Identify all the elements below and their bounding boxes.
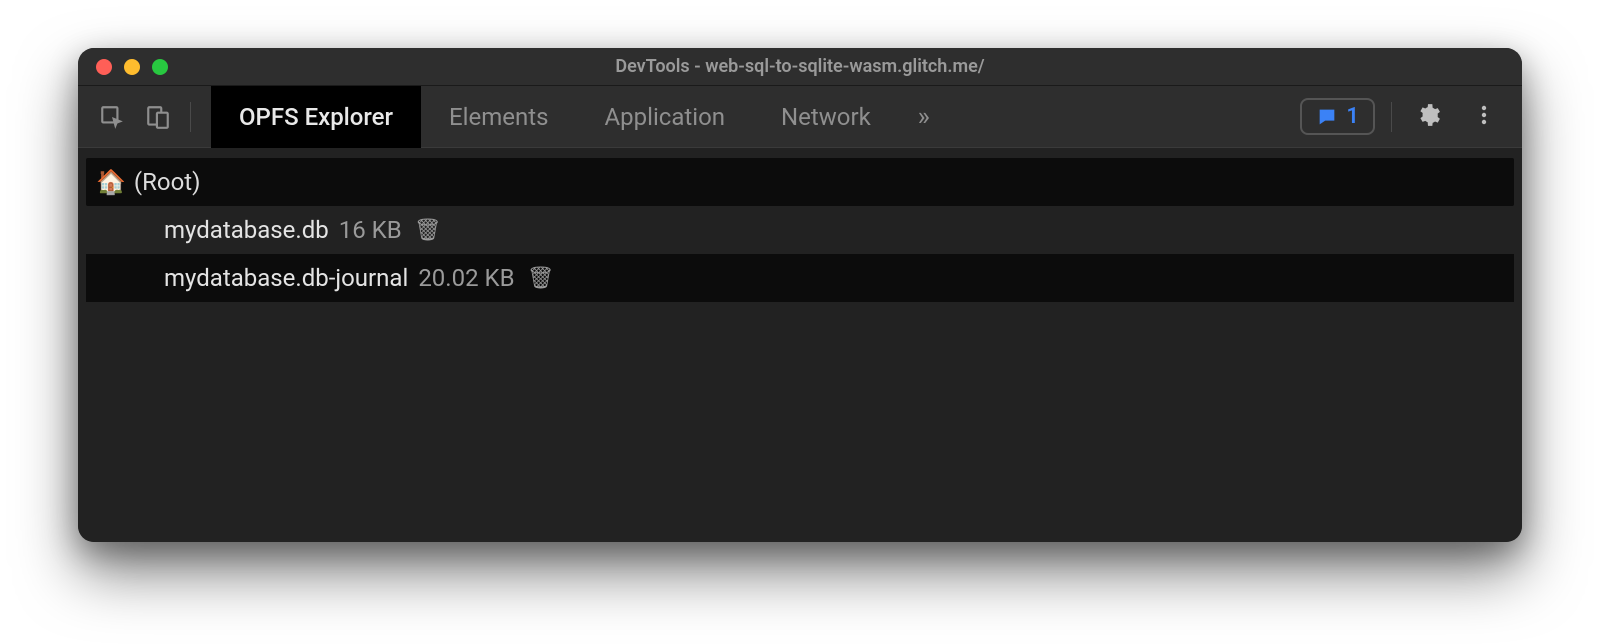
- trash-icon: 🗑: [414, 218, 442, 243]
- file-name: mydatabase.db: [164, 216, 329, 244]
- gear-icon: [1415, 102, 1441, 132]
- tab-elements[interactable]: Elements: [421, 86, 576, 148]
- settings-button[interactable]: [1408, 97, 1448, 137]
- separator: [190, 102, 191, 132]
- issues-count: 1: [1346, 104, 1359, 129]
- file-row[interactable]: mydatabase.db-journal 20.02 KB 🗑: [86, 254, 1514, 302]
- delete-file-button[interactable]: 🗑: [527, 266, 555, 291]
- trash-icon: 🗑: [527, 266, 555, 291]
- more-options-button[interactable]: [1464, 97, 1504, 137]
- toolbar-left: [78, 97, 211, 137]
- tab-network[interactable]: Network: [753, 86, 899, 148]
- close-window-button[interactable]: [96, 59, 112, 75]
- root-label: (Root): [134, 168, 201, 196]
- file-name: mydatabase.db-journal: [164, 264, 408, 292]
- titlebar: DevTools - web-sql-to-sqlite-wasm.glitch…: [78, 48, 1522, 86]
- device-toolbar-icon[interactable]: [138, 97, 178, 137]
- file-size: 20.02 KB: [418, 264, 514, 292]
- tabstrip: OPFS Explorer Elements Application Netwo…: [78, 86, 1522, 148]
- window-title: DevTools - web-sql-to-sqlite-wasm.glitch…: [78, 56, 1522, 77]
- kebab-icon: [1472, 103, 1496, 131]
- toolbar-right: 1: [1300, 97, 1512, 137]
- separator: [1391, 102, 1392, 132]
- tab-application[interactable]: Application: [577, 86, 754, 148]
- delete-file-button[interactable]: 🗑: [414, 218, 442, 243]
- traffic-lights: [78, 59, 168, 75]
- minimize-window-button[interactable]: [124, 59, 140, 75]
- file-size: 16 KB: [339, 216, 402, 244]
- issues-badge[interactable]: 1: [1300, 98, 1375, 135]
- opfs-explorer-panel: 🏠 (Root) mydatabase.db 16 KB 🗑 mydatabas…: [78, 148, 1522, 542]
- inspect-element-icon[interactable]: [92, 97, 132, 137]
- more-tabs-button[interactable]: »: [899, 102, 949, 132]
- chat-icon: [1316, 106, 1338, 128]
- devtools-window: DevTools - web-sql-to-sqlite-wasm.glitch…: [78, 48, 1522, 542]
- maximize-window-button[interactable]: [152, 59, 168, 75]
- tab-opfs-explorer[interactable]: OPFS Explorer: [211, 86, 421, 148]
- file-row[interactable]: mydatabase.db 16 KB 🗑: [86, 206, 1514, 254]
- home-icon: 🏠: [96, 168, 126, 196]
- tree-root[interactable]: 🏠 (Root): [86, 158, 1514, 206]
